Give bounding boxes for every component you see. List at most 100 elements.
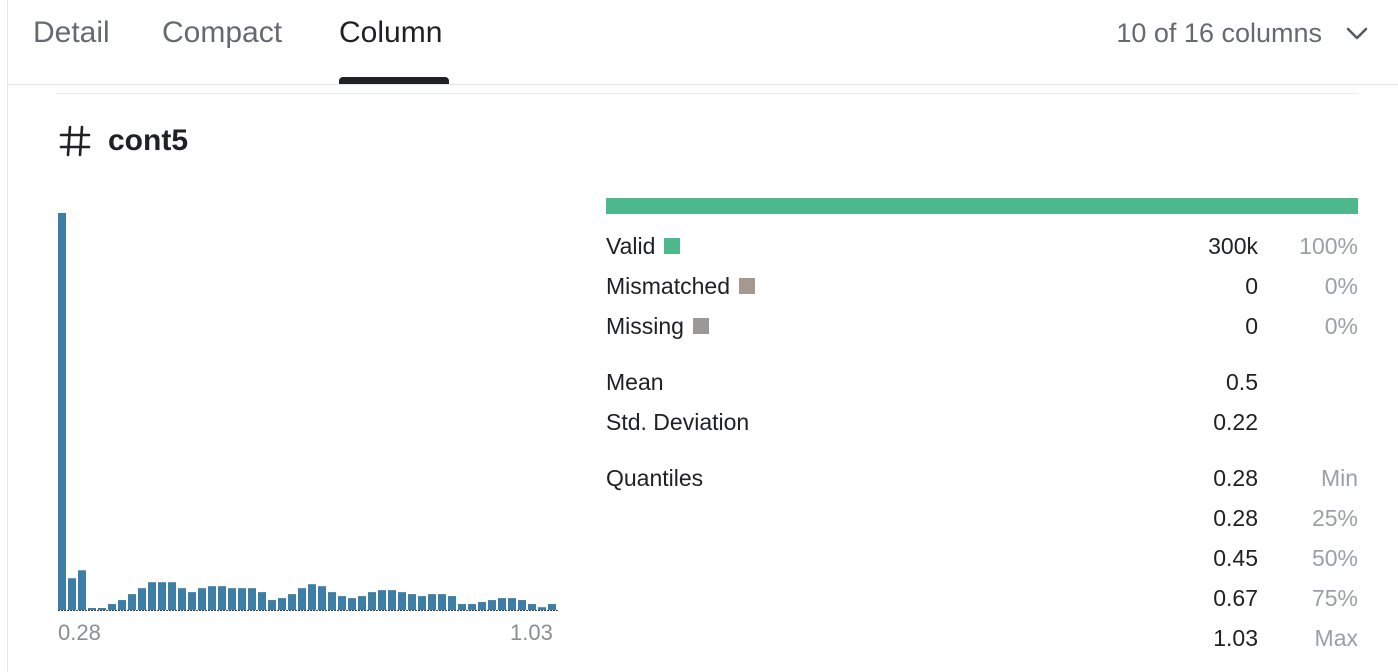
missing-value: 0 (1245, 313, 1258, 339)
histogram-svg (58, 213, 558, 611)
histogram-bar[interactable] (428, 594, 436, 610)
histogram-bar[interactable] (508, 598, 516, 610)
mean-label: Mean (606, 369, 664, 395)
tab-detail[interactable]: Detail (33, 16, 110, 50)
valid-pct: 100% (1299, 233, 1358, 259)
histogram-bar[interactable] (238, 588, 246, 611)
histogram-bar[interactable] (538, 607, 546, 610)
stat-row-std: Std. Deviation 0.22 (606, 407, 1358, 437)
stat-row-quantile-50: 0.45 50% (606, 543, 1358, 573)
histogram-bar[interactable] (228, 588, 236, 611)
quantile-name: 50% (1311, 545, 1358, 571)
histogram-bar[interactable] (288, 594, 296, 610)
histogram-bar[interactable] (348, 598, 356, 610)
quantile-value: 0.28 (1213, 505, 1258, 531)
histogram-bar[interactable] (98, 608, 106, 610)
histogram-bar[interactable] (218, 586, 226, 610)
std-label: Std. Deviation (606, 409, 750, 435)
histogram-bar[interactable] (308, 584, 316, 610)
histogram-bar[interactable] (338, 596, 346, 611)
histogram-bar[interactable] (328, 592, 336, 610)
chevron-down-icon (1346, 27, 1368, 39)
histogram-bar[interactable] (178, 588, 186, 611)
std-value: 0.22 (1213, 409, 1258, 435)
histogram-bar[interactable] (168, 582, 176, 610)
histogram-bar[interactable] (318, 586, 326, 610)
histogram-bar[interactable] (248, 588, 256, 611)
column-count-dropdown[interactable]: 10 of 16 columns (1116, 18, 1368, 49)
quantile-name: 75% (1311, 585, 1358, 611)
missing-label: Missing (606, 313, 684, 339)
quantiles-label: Quantiles (606, 465, 704, 491)
histogram-bar[interactable] (108, 604, 116, 611)
histogram-bar[interactable] (258, 592, 266, 610)
stat-row-mean: Mean 0.5 (606, 367, 1358, 397)
quantile-name: 25% (1311, 505, 1358, 531)
histogram-bar[interactable] (128, 594, 136, 610)
histogram-bar[interactable] (68, 578, 76, 610)
histogram-bar[interactable] (528, 604, 536, 611)
histogram-bar[interactable] (408, 594, 416, 610)
histogram-bar[interactable] (148, 582, 156, 610)
stat-row-quantile-max: 1.03 Max (606, 623, 1358, 653)
valid-label: Valid (606, 233, 656, 259)
tab-compact[interactable]: Compact (162, 16, 282, 50)
histogram-bar[interactable] (548, 604, 556, 611)
mismatched-swatch (738, 278, 755, 294)
histogram-bar[interactable] (208, 586, 216, 610)
histogram-bar[interactable] (78, 570, 86, 610)
active-tab-indicator (339, 77, 449, 84)
stat-row-quantile-min: Quantiles 0.28 Min (606, 463, 1358, 493)
histogram-bar[interactable] (418, 596, 426, 611)
view-tabs-bar: Detail Compact Column 10 of 16 columns (8, 0, 1398, 85)
quantile-value: 0.28 (1213, 465, 1258, 491)
histogram-bar[interactable] (118, 600, 126, 610)
missing-swatch (692, 318, 709, 334)
histogram-bar[interactable] (88, 608, 96, 610)
histogram-bar[interactable] (298, 588, 306, 611)
column-name: cont5 (108, 124, 189, 157)
histogram-bar[interactable] (358, 596, 366, 611)
x-tick-min: 0.28 (58, 620, 101, 645)
missing-pct: 0% (1324, 313, 1358, 339)
histogram-bar[interactable] (58, 213, 66, 610)
quantile-name: Min (1320, 465, 1358, 491)
validity-bar (606, 198, 1358, 214)
histogram-bar[interactable] (138, 588, 146, 611)
quantile-value: 0.67 (1213, 585, 1258, 611)
x-tick-max: 1.03 (510, 620, 553, 645)
histogram-bar[interactable] (278, 598, 286, 610)
mismatched-label: Mismatched (606, 273, 730, 299)
tab-column[interactable]: Column (339, 16, 442, 50)
mismatched-pct: 0% (1324, 273, 1358, 299)
histogram-bar[interactable] (438, 594, 446, 610)
mismatched-value: 0 (1245, 273, 1258, 299)
histogram-bar[interactable] (478, 602, 486, 610)
stat-row-valid: Valid 300k 100% (606, 231, 1358, 261)
histogram-bar[interactable] (458, 604, 466, 611)
divider (56, 93, 1358, 94)
histogram-bar[interactable] (498, 598, 506, 610)
histogram-bar[interactable] (388, 590, 396, 610)
histogram-bar[interactable] (488, 600, 496, 610)
histogram-bar[interactable] (198, 588, 206, 611)
histogram-bar[interactable] (158, 582, 166, 610)
histogram-bar[interactable] (448, 596, 456, 611)
valid-swatch (664, 238, 681, 254)
histogram-bar[interactable] (468, 604, 476, 611)
stat-row-quantile-75: 0.67 75% (606, 583, 1358, 613)
histogram-bar[interactable] (368, 592, 376, 610)
mean-value: 0.5 (1226, 369, 1258, 395)
quantile-value: 0.45 (1213, 545, 1258, 571)
histogram-bar[interactable] (268, 600, 276, 610)
histogram-bar[interactable] (518, 600, 526, 610)
quantile-name: Max (1314, 625, 1358, 651)
stat-row-missing: Missing 0 0% (606, 311, 1358, 341)
valid-value: 300k (1208, 233, 1258, 259)
histogram-bar[interactable] (398, 592, 406, 610)
stat-row-quantile-25: 0.28 25% (606, 503, 1358, 533)
column-header: cont5 (58, 124, 188, 158)
histogram-bar[interactable] (188, 592, 196, 610)
column-count-label: 10 of 16 columns (1116, 18, 1322, 48)
histogram-bar[interactable] (378, 590, 386, 610)
